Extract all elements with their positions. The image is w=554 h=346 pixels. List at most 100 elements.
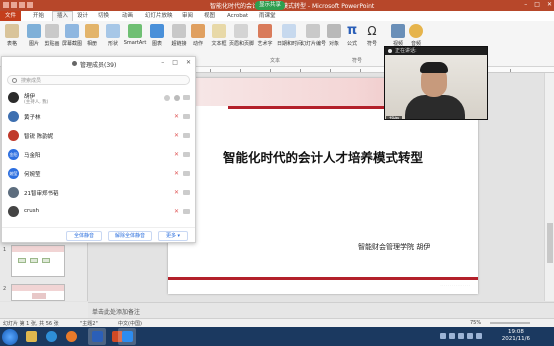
symbol-button[interactable]: Ω 符号 — [360, 24, 384, 47]
clock[interactable]: 19:08 2021/11/6 — [502, 329, 530, 343]
smartart-button[interactable]: SmartArt — [123, 24, 147, 46]
zoom-slider[interactable] — [490, 322, 530, 324]
more-button[interactable]: 更多 ▾ — [158, 231, 188, 241]
slide-thumbnail[interactable] — [11, 245, 65, 277]
header-footer-button[interactable]: 页眉和页脚 — [229, 24, 254, 47]
notes-pane[interactable]: 单击此处添加备注 — [88, 302, 554, 318]
table-button[interactable]: 表格 — [0, 24, 24, 47]
wordart-button[interactable]: 艺术字 — [253, 24, 277, 47]
close-button[interactable]: ✕ — [186, 59, 191, 66]
member-row[interactable]: crush ✕ — [2, 204, 195, 220]
camera-icon[interactable] — [183, 114, 190, 119]
undo-icon[interactable] — [19, 2, 25, 8]
textbox-button[interactable]: 文本框 — [207, 24, 231, 47]
start-button[interactable] — [2, 329, 18, 345]
scrollbar-thumb[interactable] — [547, 223, 553, 263]
audio-button[interactable]: 音频 — [404, 24, 428, 47]
member-row[interactable]: 21智审郑书韬 ✕ — [2, 185, 195, 201]
muted-microphone-icon[interactable]: ✕ — [174, 209, 180, 215]
member-role: (主持人, 我) — [24, 100, 49, 105]
taskbar-browser[interactable] — [42, 328, 60, 345]
member-row[interactable]: 胡伊 (主持人, 我) — [2, 90, 195, 106]
member-name: 黄子林 — [24, 115, 41, 121]
camera-icon[interactable] — [183, 190, 190, 195]
member-row[interactable]: 婉莹 何婉莹 ✕ — [2, 166, 195, 182]
avatar — [8, 92, 19, 103]
save-icon[interactable] — [11, 2, 17, 8]
vertical-scrollbar[interactable] — [544, 73, 554, 301]
volume-icon[interactable] — [476, 333, 482, 339]
network-icon[interactable] — [467, 333, 473, 339]
group-label-symbols: 符号 — [352, 58, 363, 64]
chart-button[interactable]: 图表 — [145, 24, 169, 47]
member-row[interactable]: 智锐 陈韵妮 ✕ — [2, 128, 195, 144]
tab-acrobat[interactable]: Acrobat — [227, 11, 248, 21]
muted-microphone-icon[interactable]: ✕ — [174, 152, 180, 158]
minimize-button[interactable]: – — [161, 59, 164, 66]
muted-microphone-icon[interactable]: ✕ — [174, 114, 180, 120]
camera-icon[interactable] — [183, 152, 190, 157]
tab-view[interactable]: 视图 — [204, 11, 215, 21]
thumbnail-number: 1 — [3, 247, 7, 253]
slide-count: 幻灯片 第 1 张, 共 56 张 — [3, 321, 59, 327]
camera-icon[interactable] — [183, 133, 190, 138]
video-frame: 胡伊 — [385, 55, 487, 119]
share-status-badge[interactable]: 显示共享 — [255, 1, 286, 10]
language[interactable]: 中文(中国) — [118, 320, 142, 327]
taskbar-meeting[interactable] — [118, 328, 136, 345]
slide-title[interactable]: 智能化时代的会计人才培养模式转型 — [168, 147, 478, 166]
tab-home[interactable]: 开始 — [33, 11, 44, 21]
speaker-icon — [409, 24, 423, 38]
pi-icon: π — [346, 23, 358, 38]
close-button[interactable]: ✕ — [547, 1, 552, 8]
tab-transitions[interactable]: 切换 — [98, 11, 109, 21]
member-search-input[interactable]: 搜索成员 — [7, 75, 190, 85]
media-player-icon — [65, 331, 77, 342]
maximize-button[interactable]: □ — [534, 1, 540, 8]
taskbar-explorer[interactable] — [22, 328, 40, 345]
minimize-button[interactable]: – — [524, 1, 527, 8]
redo-icon[interactable] — [27, 2, 33, 8]
muted-microphone-icon[interactable]: ✕ — [174, 171, 180, 177]
zoom-level[interactable]: 75% — [470, 320, 481, 326]
picture-icon — [27, 24, 41, 38]
panel-window-controls: – □ ✕ — [161, 59, 191, 66]
slide-subtitle[interactable]: 智能财会管理学院 胡伊 — [358, 242, 430, 252]
muted-microphone-icon[interactable]: ✕ — [174, 133, 180, 139]
taskbar-media[interactable] — [62, 328, 80, 345]
tab-file[interactable]: 文件 — [0, 11, 22, 21]
meeting-app-icon — [121, 331, 133, 342]
maximize-button[interactable]: □ — [172, 59, 178, 66]
search-placeholder: 搜索成员 — [21, 78, 42, 84]
speaker-video-window[interactable]: 正在讲话: 胡伊 — [384, 46, 488, 120]
ribbon-tabs: 文件 开始 插入 设计 切换 动画 幻灯片放映 审阅 视图 Acrobat 雨课… — [0, 11, 554, 21]
muted-microphone-icon[interactable]: ✕ — [174, 190, 180, 196]
microphone-icon[interactable] — [174, 95, 180, 101]
unmute-all-button[interactable]: 解除全体静音 — [108, 231, 152, 241]
mute-all-button[interactable]: 全体静音 — [66, 231, 102, 241]
notes-placeholder[interactable]: 单击此处添加备注 — [92, 307, 140, 316]
app-icon[interactable] — [3, 2, 9, 8]
tab-review[interactable]: 审阅 — [182, 11, 193, 21]
datetime-button[interactable]: 日期和时间 — [277, 24, 302, 47]
taskbar-word[interactable] — [88, 328, 106, 345]
tab-animations[interactable]: 动画 — [122, 11, 133, 21]
browser-icon — [45, 331, 57, 342]
camera-icon[interactable] — [183, 171, 190, 176]
tray-icon[interactable] — [440, 333, 446, 339]
tab-insert[interactable]: 插入 — [52, 11, 74, 21]
camera-icon[interactable] — [183, 95, 190, 100]
tab-slideshow[interactable]: 幻灯片放映 — [145, 11, 173, 21]
tray-icon[interactable] — [449, 333, 455, 339]
tab-design[interactable]: 设计 — [77, 11, 88, 21]
slide-thumbnail[interactable] — [11, 284, 65, 301]
member-row[interactable]: 黄子林 ✕ — [2, 109, 195, 125]
tab-rain-classroom[interactable]: 雨课堂 — [259, 11, 276, 21]
member-row[interactable]: 金阳 马金阳 ✕ — [2, 147, 195, 163]
smartart-icon — [128, 24, 142, 38]
shapes-button[interactable]: 形状 — [101, 24, 125, 47]
avatar — [8, 206, 19, 217]
tray-icon[interactable] — [458, 333, 464, 339]
slide-number-icon — [306, 24, 320, 38]
camera-icon[interactable] — [183, 209, 190, 214]
